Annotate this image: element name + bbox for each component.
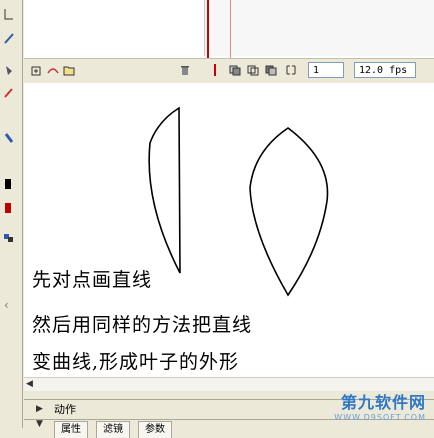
watermark-title: 第九软件网 (340, 393, 426, 412)
insert-layer-icon[interactable] (30, 63, 44, 77)
stage[interactable]: 先对点画直线 然后用同样的方法把直线 变曲线,形成叶子的外形 (24, 83, 434, 377)
current-frame-field: 1 (308, 62, 344, 78)
fill-color-icon[interactable] (2, 200, 16, 214)
frame-rate-field[interactable]: 12.0 fps (354, 62, 416, 78)
watermark-url: WWW.D9SOFT.COM (334, 413, 426, 422)
modify-onion-markers-icon[interactable] (284, 63, 298, 77)
half-leaf-shape (148, 106, 181, 274)
tab-parameters[interactable]: 参数 (138, 421, 172, 438)
full-leaf-shape (249, 127, 329, 297)
actions-panel-label: 动作 (54, 403, 76, 416)
swap-colors-icon[interactable] (2, 230, 16, 244)
watermark: 第九软件网 WWW.D9SOFT.COM (334, 389, 426, 422)
eraser-tool-icon[interactable] (2, 130, 16, 144)
timeline-panel: 1 12.0 fps (24, 0, 434, 83)
add-motion-guide-icon[interactable] (46, 63, 60, 77)
pen-tool-icon[interactable] (2, 30, 16, 44)
onion-skin-icon[interactable] (228, 63, 242, 77)
collapse-triangle-icon[interactable]: ▼ (36, 415, 43, 434)
tools-panel: ‹ (0, 0, 23, 428)
center-frame-icon[interactable] (208, 63, 222, 77)
line-tool-icon[interactable] (2, 6, 16, 20)
edit-multiple-frames-icon[interactable] (264, 63, 278, 77)
playhead[interactable] (207, 0, 209, 58)
ink-bottle-icon[interactable] (2, 62, 16, 76)
collapse-arrow-icon[interactable]: ‹ (4, 298, 14, 318)
tab-filters[interactable]: 滤镜 (96, 421, 130, 438)
timeline-toolbar: 1 12.0 fps (24, 58, 434, 83)
frame-divider (230, 0, 231, 58)
stroke-color-icon[interactable] (2, 176, 16, 190)
frames-area[interactable] (204, 0, 434, 56)
caption-line-3: 变曲线,形成叶子的外形 (32, 351, 240, 373)
brush-tool-icon[interactable] (2, 84, 16, 98)
delete-layer-icon[interactable] (178, 63, 192, 77)
onion-skin-outlines-icon[interactable] (246, 63, 260, 77)
caption-line-2: 然后用同样的方法把直线 (32, 314, 253, 336)
scroll-left-arrow-icon[interactable]: ◀ (26, 379, 37, 390)
tab-properties[interactable]: 属性 (54, 421, 88, 438)
caption-line-1: 先对点画直线 (32, 269, 153, 291)
insert-folder-icon[interactable] (62, 63, 76, 77)
